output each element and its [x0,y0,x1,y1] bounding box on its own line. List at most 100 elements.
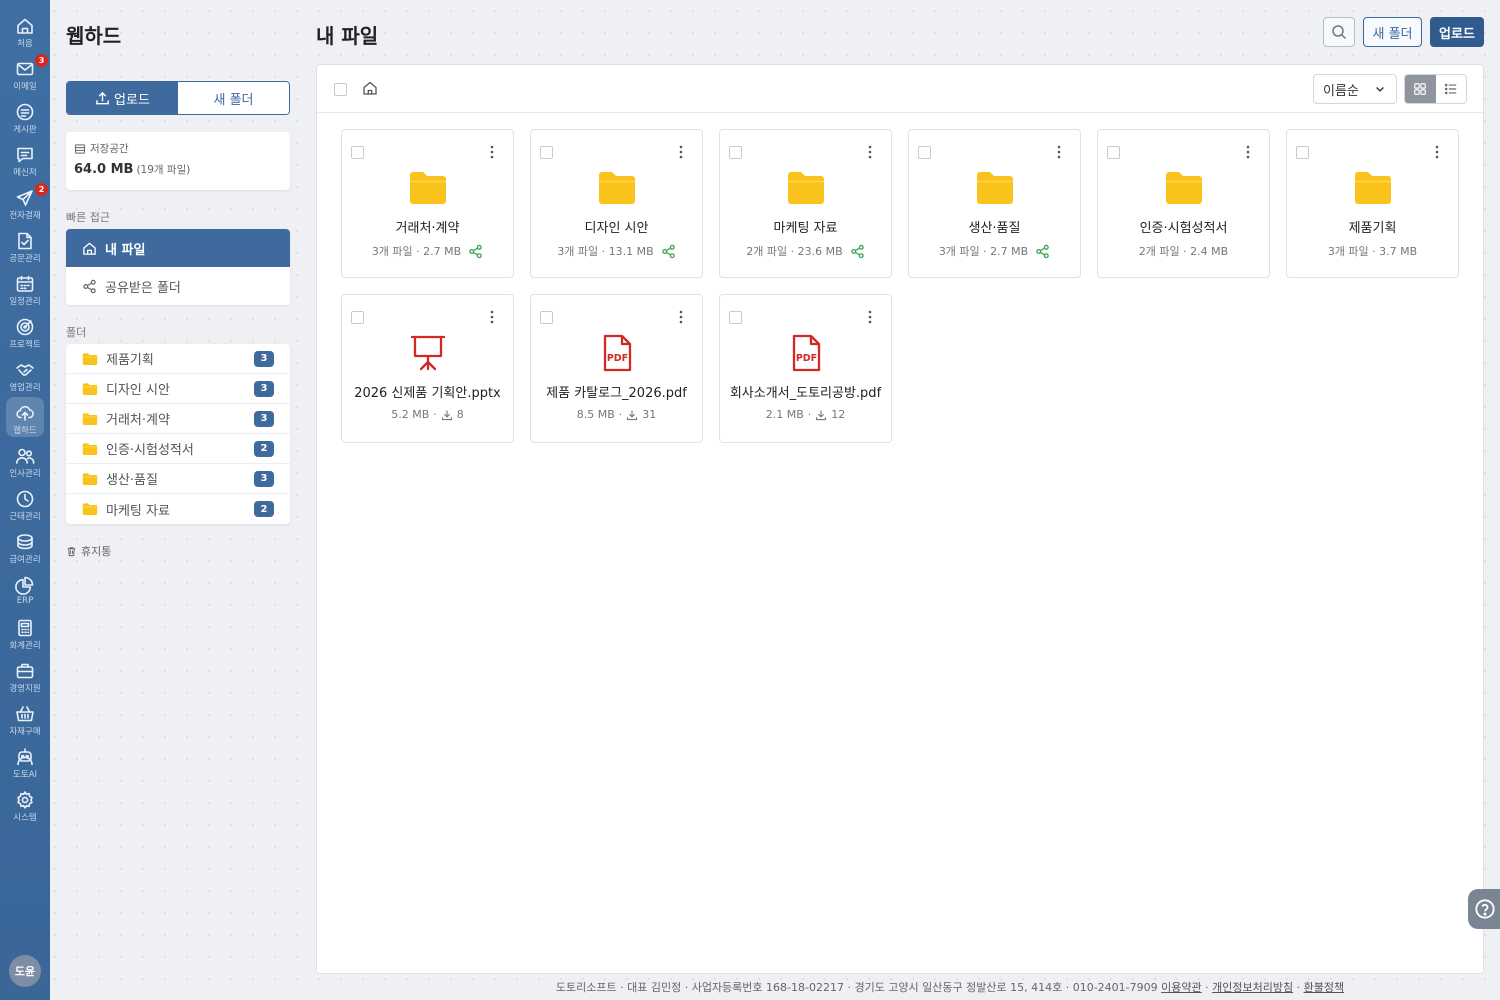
rail-item[interactable]: 경영지원 [0,655,50,697]
trash-link[interactable]: 휴지통 [66,543,111,559]
home-breadcrumb-icon[interactable] [362,80,378,96]
folder-card[interactable]: 마케팅 자료 2개 파일 · 23.6 MB [719,129,892,278]
more-options-icon[interactable] [674,309,688,325]
card-checkbox[interactable] [1296,146,1309,159]
rail-item[interactable]: 전자결재 2 [0,182,50,224]
folder-list-item[interactable]: 제품기획 3 [66,344,290,374]
folder-icon [1165,172,1202,204]
quick-item-my-files[interactable]: 내 파일 [66,229,290,267]
sidebar-new-folder-button[interactable]: 새 폴더 [178,82,289,114]
footer-refund-link[interactable]: 환불정책 [1304,981,1344,994]
rail-item[interactable]: 인사관리 [0,440,50,482]
card-meta: 2개 파일 · 2.4 MB [1102,243,1265,259]
footer-privacy-link[interactable]: 개인정보처리방침 [1212,981,1293,994]
more-options-icon[interactable] [485,309,499,325]
card-checkbox[interactable] [540,146,553,159]
card-name: 제품기획 [1348,221,1397,236]
rail-item-label: 영업관리 [9,383,41,393]
rail-item[interactable]: 시스템 [0,784,50,826]
rail-item[interactable]: 게시판 [0,96,50,138]
upload-button[interactable]: 업로드 [1430,17,1484,47]
avatar[interactable]: 도윤 [9,955,41,987]
rail-item-label: ERP [16,596,34,606]
list-view-button[interactable] [1436,75,1467,103]
folder-list-item[interactable]: 마케팅 자료 2 [66,494,290,524]
rail-item[interactable]: 근태관리 [0,483,50,525]
card-checkbox[interactable] [540,311,553,324]
storage-file-count: (19개 파일) [136,164,191,176]
help-button[interactable] [1468,889,1500,929]
rail-item-label: 급여관리 [9,555,41,565]
select-all-checkbox[interactable] [334,83,347,96]
more-options-icon[interactable] [1430,144,1444,160]
card-checkbox[interactable] [351,311,364,324]
sidebar-upload-button[interactable]: 업로드 [67,82,178,114]
rail-item[interactable]: 공문관리 [0,225,50,267]
folders-label: 폴더 [66,326,87,339]
folder-list-item-name: 생산·품질 [106,473,158,488]
more-options-icon[interactable] [1241,144,1255,160]
home-icon [83,241,96,255]
rail-item[interactable]: 처음 [0,10,50,52]
rail-item[interactable]: 일정관리 [0,268,50,310]
more-options-icon[interactable] [863,309,877,325]
footer-terms-link[interactable]: 이용약관 [1161,981,1201,994]
folder-card[interactable]: 인증·시험성적서 2개 파일 · 2.4 MB [1097,129,1270,278]
card-meta-text: 3개 파일 · 3.7 MB [1327,245,1418,258]
file-card[interactable]: PDF 제품 카탈로그_2026.pdf 8.5 MB · 31 [530,294,703,443]
rail-item[interactable]: 영업관리 [0,354,50,396]
rail-item[interactable]: 이메일 3 [0,53,50,95]
quick-item-shared-folders[interactable]: 공유받은 폴더 [66,267,290,305]
card-checkbox[interactable] [351,146,364,159]
home-icon [17,18,33,34]
file-card[interactable]: PDF 회사소개서_도토리공방.pdf 2.1 MB · 12 [719,294,892,443]
card-name: 2026 신제품 기획안.pptx [354,386,501,401]
sort-select[interactable]: 이름순 [1313,74,1397,104]
pie-chart-icon [15,576,34,595]
rail-item[interactable]: 웹하드 [0,397,50,439]
file-card[interactable]: 2026 신제품 기획안.pptx 5.2 MB · 8 [341,294,514,443]
card-checkbox[interactable] [1107,146,1120,159]
more-options-icon[interactable] [674,144,688,160]
rail-item-label: 이메일 [13,82,37,92]
folder-list-item[interactable]: 생산·품질 3 [66,464,290,494]
folder-card[interactable]: 생산·품질 3개 파일 · 2.7 MB [908,129,1081,278]
folder-list-item-name: 마케팅 자료 [106,503,170,519]
folder-icon [82,352,98,365]
folder-card[interactable]: 디자인 시안 3개 파일 · 13.1 MB [530,129,703,278]
search-button[interactable] [1323,17,1355,47]
card-meta: 3개 파일 · 13.1 MB [535,243,698,259]
folder-list-item[interactable]: 거래처·계약 3 [66,404,290,434]
folder-list-item[interactable]: 디자인 시안 3 [66,374,290,404]
download-count: 8 [456,408,464,421]
rail-item[interactable]: 자재구매 [0,698,50,740]
rail-item[interactable]: 메신저 [0,139,50,181]
more-options-icon[interactable] [485,144,499,160]
footer: 도토리소프트 · 대표 김민정 · 사업자등록번호 168-18-02217 ·… [555,981,1345,994]
rail-item[interactable]: 프로젝트 [0,311,50,353]
card-name: 회사소개서_도토리공방.pdf [729,386,882,401]
calculator-icon [18,619,32,637]
quick-item-label: 내 파일 [105,242,146,258]
rail-item[interactable]: 회계관리 [0,612,50,654]
more-options-icon[interactable] [863,144,877,160]
rail-item[interactable]: ERP [0,569,50,611]
sidebar-title: 웹하드 [66,24,122,48]
card-checkbox[interactable] [729,146,742,159]
new-folder-button[interactable]: 새 폴더 [1363,17,1422,47]
storage-label: 저장공간 [90,143,129,155]
folder-list-item[interactable]: 인증·시험성적서 2 [66,434,290,464]
folder-card[interactable]: 제품기획 3개 파일 · 3.7 MB [1286,129,1459,278]
more-options-icon[interactable] [1052,144,1066,160]
folder-card[interactable]: 거래처·계약 3개 파일 · 2.7 MB [341,129,514,278]
rail-item[interactable]: 도토AI [0,741,50,783]
folder-icon [409,172,446,204]
card-checkbox[interactable] [918,146,931,159]
rail-item[interactable]: 급여관리 [0,526,50,568]
presentation-icon [410,335,445,371]
grid-view-button[interactable] [1405,75,1436,103]
folder-list-item-name: 거래처·계약 [106,413,170,428]
storage-card: 저장공간 64.0 MB (19개 파일) [66,132,290,190]
pdf-file-icon: PDF [603,334,631,372]
card-checkbox[interactable] [729,311,742,324]
